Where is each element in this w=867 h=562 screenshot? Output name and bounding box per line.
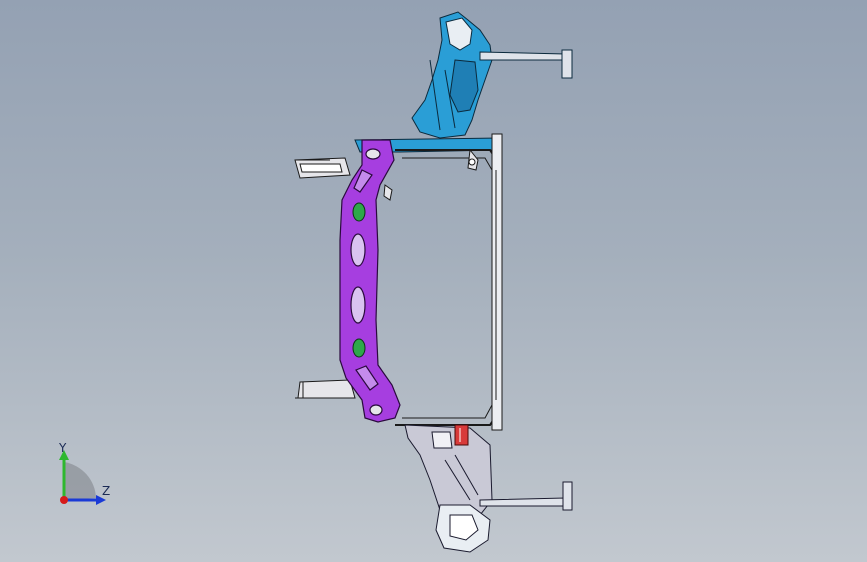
lower-bracket[interactable]: [404, 424, 573, 553]
cad-model[interactable]: [0, 0, 867, 562]
x-axis-point: [60, 496, 68, 504]
crossmember-beam[interactable]: [339, 139, 401, 423]
upper-bracket[interactable]: [354, 11, 573, 153]
orientation-triad: Y Z: [40, 440, 130, 520]
triad-graphic: [59, 450, 106, 505]
y-axis-label: Y: [59, 441, 67, 455]
mount-clip[interactable]: [454, 424, 469, 446]
radiator-frame[interactable]: [294, 133, 503, 431]
z-axis-label: Z: [102, 484, 111, 498]
graphics-viewport[interactable]: Y Z: [0, 0, 867, 562]
